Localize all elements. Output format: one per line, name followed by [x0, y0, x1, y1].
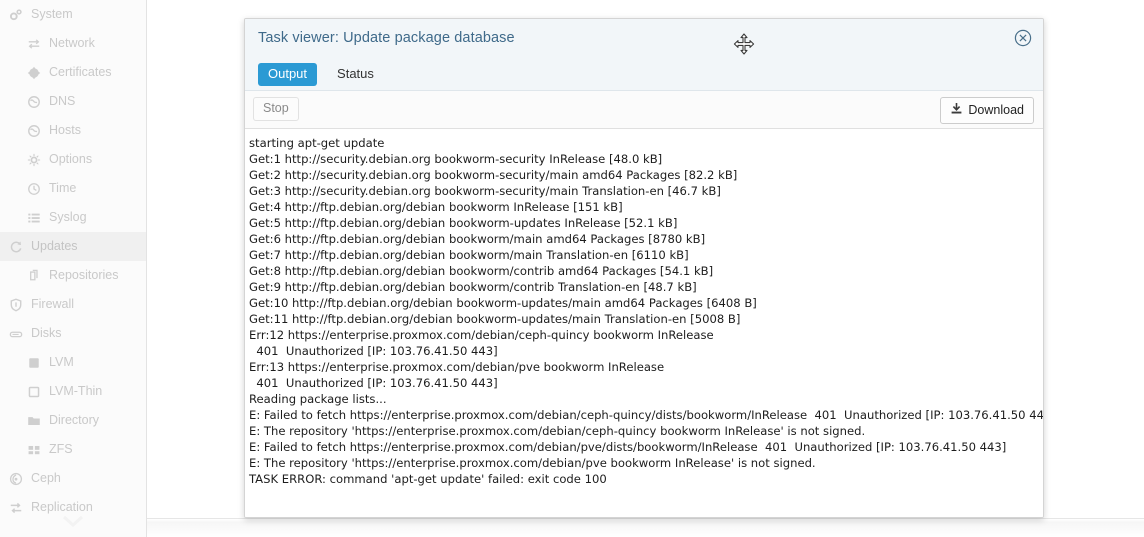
sidebar-item-ceph[interactable]: Ceph [0, 464, 146, 493]
download-button-label: Download [968, 104, 1024, 118]
sidebar-item-label: LVM [49, 356, 74, 369]
task-log-output[interactable]: starting apt-get updateGet:1 http://secu… [245, 129, 1043, 517]
sidebar-item-dns[interactable]: DNS [0, 87, 146, 116]
clock-icon [26, 181, 42, 197]
sidebar: System Network Certificates DNS Hosts Options… [0, 0, 147, 537]
log-line: E: The repository 'https://enterprise.pr… [249, 423, 1035, 439]
download-icon [950, 102, 963, 119]
log-line: Get:5 http://ftp.debian.org/debian bookw… [249, 215, 1035, 231]
log-line: Get:9 http://ftp.debian.org/debian bookw… [249, 279, 1035, 295]
repository-icon [26, 268, 42, 284]
sidebar-item-label: Disks [31, 327, 62, 340]
sidebar-nav-list: System Network Certificates DNS Hosts Options… [0, 0, 146, 522]
dialog-header[interactable]: Task viewer: Update package database Out… [245, 19, 1043, 91]
sidebar-item-label: Certificates [49, 66, 112, 79]
sidebar-item-lvm-thin[interactable]: LVM-Thin [0, 377, 146, 406]
log-line: Get:7 http://ftp.debian.org/debian bookw… [249, 247, 1035, 263]
download-button[interactable]: Download [940, 97, 1034, 124]
sidebar-item-label: Ceph [31, 472, 61, 485]
tab-status[interactable]: Status [327, 63, 384, 86]
sidebar-item-label: Time [49, 182, 76, 195]
disk-icon [8, 326, 24, 342]
square-outline-icon [26, 384, 42, 400]
sidebar-item-label: ZFS [49, 443, 73, 456]
tab-output[interactable]: Output [258, 63, 317, 86]
dialog-tabs: Output Status [258, 63, 384, 86]
log-line: Get:10 http://ftp.debian.org/debian book… [249, 295, 1035, 311]
gears-icon [8, 7, 24, 23]
sidebar-item-label: Syslog [49, 211, 87, 224]
sidebar-item-system[interactable]: System [0, 0, 146, 29]
dialog-toolbar: Stop Download [245, 91, 1043, 129]
log-line: Get:11 http://ftp.debian.org/debian book… [249, 311, 1035, 327]
bottom-status-strip [147, 518, 1144, 537]
sidebar-item-label: Hosts [49, 124, 81, 137]
log-line: Get:8 http://ftp.debian.org/debian bookw… [249, 263, 1035, 279]
sidebar-item-options[interactable]: Options [0, 145, 146, 174]
sidebar-item-firewall[interactable]: Firewall [0, 290, 146, 319]
log-line: Get:1 http://security.debian.org bookwor… [249, 151, 1035, 167]
log-line: 401 Unauthorized [IP: 103.76.41.50 443] [249, 375, 1035, 391]
sidebar-item-certificates[interactable]: Certificates [0, 58, 146, 87]
sidebar-item-label: LVM-Thin [49, 385, 102, 398]
sidebar-item-label: Directory [49, 414, 99, 427]
certificate-icon [26, 65, 42, 81]
task-viewer-dialog: Task viewer: Update package database Out… [244, 18, 1044, 518]
folder-icon [26, 413, 42, 429]
log-line: Err:13 https://enterprise.proxmox.com/de… [249, 359, 1035, 375]
sidebar-scroll-down-button[interactable] [0, 507, 145, 535]
close-circle-icon[interactable] [1014, 29, 1032, 47]
log-line: starting apt-get update [249, 135, 1035, 151]
sidebar-item-lvm[interactable]: LVM [0, 348, 146, 377]
sidebar-item-network[interactable]: Network [0, 29, 146, 58]
sidebar-item-label: Network [49, 37, 95, 50]
sidebar-item-label: DNS [49, 95, 75, 108]
dialog-title: Task viewer: Update package database [258, 30, 515, 46]
ceph-icon [8, 471, 24, 487]
grid-icon [26, 442, 42, 458]
sidebar-item-zfs[interactable]: ZFS [0, 435, 146, 464]
log-line: E: The repository 'https://enterprise.pr… [249, 455, 1035, 471]
sidebar-item-label: Updates [31, 240, 78, 253]
log-line: Reading package lists... [249, 391, 1035, 407]
log-line: Get:2 http://security.debian.org bookwor… [249, 167, 1035, 183]
log-line: Get:3 http://security.debian.org bookwor… [249, 183, 1035, 199]
globe-icon [26, 94, 42, 110]
network-icon [26, 36, 42, 52]
log-line: E: Failed to fetch https://enterprise.pr… [249, 407, 1035, 423]
sidebar-item-syslog[interactable]: Syslog [0, 203, 146, 232]
sidebar-item-directory[interactable]: Directory [0, 406, 146, 435]
log-line: Err:12 https://enterprise.proxmox.com/de… [249, 327, 1035, 343]
sidebar-item-repositories[interactable]: Repositories [0, 261, 146, 290]
list-icon [26, 210, 42, 226]
sidebar-item-label: Repositories [49, 269, 118, 282]
log-line: 401 Unauthorized [IP: 103.76.41.50 443] [249, 343, 1035, 359]
square-filled-icon [26, 355, 42, 371]
log-line: E: Failed to fetch https://enterprise.pr… [249, 439, 1035, 455]
log-line: Get:4 http://ftp.debian.org/debian bookw… [249, 199, 1035, 215]
globe-icon [26, 123, 42, 139]
log-line: Get:6 http://ftp.debian.org/debian bookw… [249, 231, 1035, 247]
shield-icon [8, 297, 24, 313]
refresh-icon [8, 239, 24, 255]
sidebar-item-label: System [31, 8, 73, 21]
gear-icon [26, 152, 42, 168]
sidebar-item-hosts[interactable]: Hosts [0, 116, 146, 145]
stop-button-label: Stop [263, 102, 289, 116]
sidebar-item-updates[interactable]: Updates [0, 232, 146, 261]
sidebar-item-disks[interactable]: Disks [0, 319, 146, 348]
sidebar-item-time[interactable]: Time [0, 174, 146, 203]
sidebar-item-label: Options [49, 153, 92, 166]
log-line: TASK ERROR: command 'apt-get update' fai… [249, 471, 1035, 487]
sidebar-item-label: Firewall [31, 298, 74, 311]
stop-button[interactable]: Stop [253, 97, 299, 121]
